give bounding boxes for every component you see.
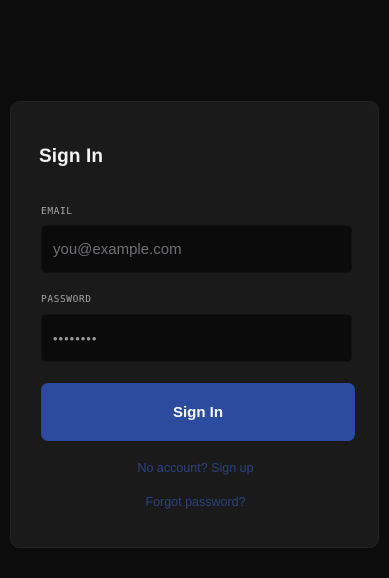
sign-up-link[interactable]: No account? Sign up — [11, 461, 380, 475]
sign-in-button[interactable]: Sign In — [41, 383, 355, 441]
forgot-password-link[interactable]: Forgot password? — [11, 495, 380, 509]
page-title: Sign In — [39, 146, 104, 167]
email-field[interactable] — [41, 225, 352, 273]
password-label: PASSWORD — [41, 294, 92, 305]
signin-card: Sign In EMAIL PASSWORD Sign In No accoun… — [10, 101, 379, 548]
password-field[interactable] — [41, 314, 352, 362]
email-label: EMAIL — [41, 206, 73, 217]
